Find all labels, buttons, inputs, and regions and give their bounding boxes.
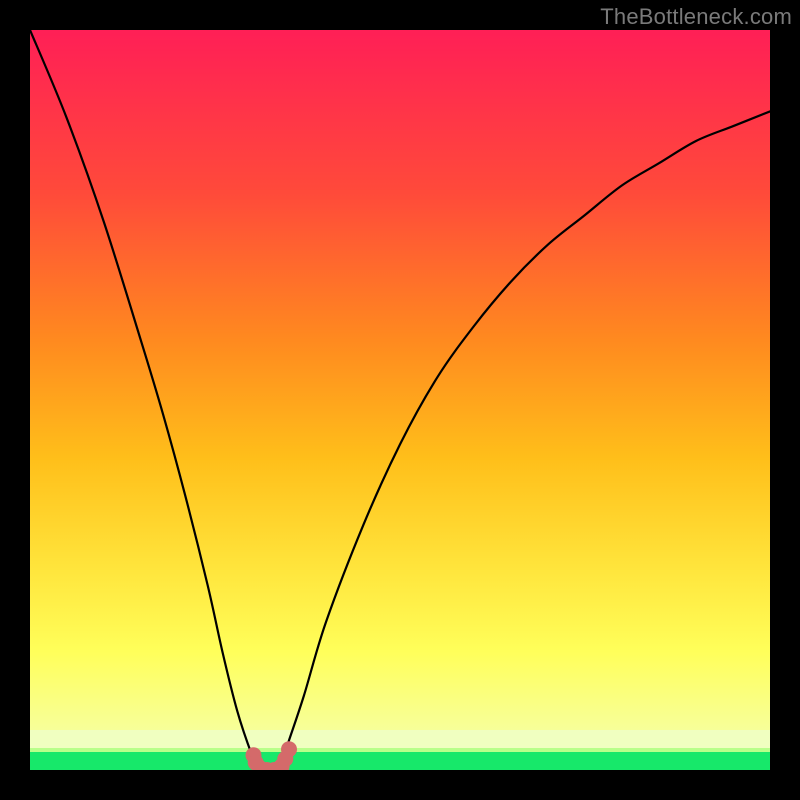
mid-green-stripe xyxy=(30,748,770,752)
green-stripe xyxy=(30,752,770,770)
watermark-text: TheBottleneck.com xyxy=(600,4,792,30)
chart-frame: TheBottleneck.com xyxy=(0,0,800,800)
bottleneck-chart-svg xyxy=(30,30,770,770)
plot-area xyxy=(30,30,770,770)
gradient-background xyxy=(30,30,770,770)
marker-dot xyxy=(281,741,297,757)
pale-stripe xyxy=(30,730,770,748)
